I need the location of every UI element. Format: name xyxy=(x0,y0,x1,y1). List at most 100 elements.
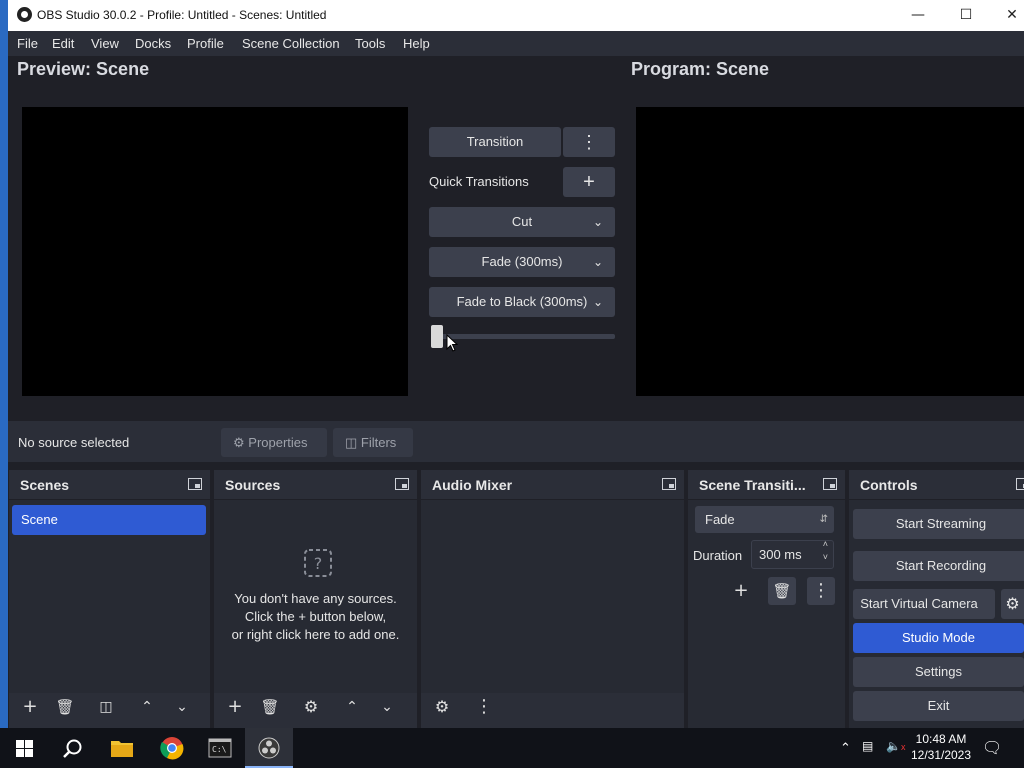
volume-muted-icon[interactable]: 🔈x xyxy=(886,739,905,753)
filters-button[interactable]: ◫ Filters xyxy=(333,428,413,457)
menu-file[interactable]: File xyxy=(17,36,38,51)
preview-canvas[interactable] xyxy=(22,107,408,396)
add-quick-transition-button[interactable]: + xyxy=(563,167,615,197)
duration-spinbox[interactable]: 300 ms ˄ ˅ xyxy=(751,538,834,569)
more-vertical-icon: ⋮ xyxy=(580,132,598,152)
menu-view[interactable]: View xyxy=(91,36,119,51)
updown-icon: ⇵ xyxy=(819,514,828,525)
start-streaming-button[interactable]: Start Streaming xyxy=(853,509,1024,539)
quick-transition-fade[interactable]: Fade (300ms) ⌄ xyxy=(429,247,615,277)
studio-mode-button[interactable]: Studio Mode xyxy=(853,623,1024,653)
filter-icon: ◫ xyxy=(99,699,113,715)
transition-properties-button[interactable]: ⋮ xyxy=(807,577,835,605)
menu-docks[interactable]: Docks xyxy=(135,36,171,51)
chevron-down-icon: ⌄ xyxy=(176,699,188,715)
add-source-button[interactable]: + xyxy=(221,693,249,721)
folder-icon xyxy=(111,741,133,757)
advanced-audio-button[interactable]: ⚙ xyxy=(428,693,456,721)
chevron-up-icon: ⌃ xyxy=(840,740,851,755)
close-button[interactable]: ✕ xyxy=(990,0,1024,31)
notifications-button[interactable]: 🗨 xyxy=(982,738,1002,758)
move-source-down-button[interactable]: ⌄ xyxy=(373,693,401,721)
more-vertical-icon: ⋮ xyxy=(475,696,493,717)
file-explorer-button[interactable] xyxy=(98,728,146,768)
show-hidden-icons-button[interactable]: ⌃ xyxy=(840,740,851,756)
chevron-down-icon: ⌄ xyxy=(381,699,393,715)
dock-title-label: Controls xyxy=(860,477,918,493)
exit-button[interactable]: Exit xyxy=(853,691,1024,721)
chevron-up-icon: ⌃ xyxy=(141,699,153,715)
menu-tools[interactable]: Tools xyxy=(355,36,385,51)
undock-icon[interactable] xyxy=(662,478,676,490)
start-button[interactable] xyxy=(0,728,48,768)
move-source-up-button[interactable]: ⌃ xyxy=(338,693,366,721)
remove-scene-button[interactable]: 🗑 xyxy=(51,693,79,721)
sources-dock-title: Sources xyxy=(214,470,417,500)
chrome-button[interactable] xyxy=(148,728,196,768)
transition-button[interactable]: Transition xyxy=(429,127,561,157)
settings-button[interactable]: Settings xyxy=(853,657,1024,687)
minimize-button[interactable]: — xyxy=(896,0,940,31)
quick-transition-cut[interactable]: Cut ⌄ xyxy=(429,207,615,237)
network-icon[interactable]: ▤ xyxy=(862,739,873,753)
gear-icon: ⚙ xyxy=(303,697,319,716)
menu-edit[interactable]: Edit xyxy=(52,36,74,51)
remove-transition-button[interactable]: 🗑 xyxy=(768,577,796,605)
spin-arrows-icon[interactable]: ˄ ˅ xyxy=(823,538,828,564)
transition-select[interactable]: Fade ⇵ xyxy=(695,506,834,533)
menu-scene-collection[interactable]: Scene Collection xyxy=(242,36,340,51)
undock-icon[interactable] xyxy=(188,478,202,490)
start-virtual-camera-button[interactable]: Start Virtual Camera xyxy=(853,589,995,619)
dropdown-label: Cut xyxy=(511,214,533,229)
menu-help[interactable]: Help xyxy=(403,36,430,51)
program-canvas[interactable] xyxy=(636,107,1024,396)
dropdown-label: Fade (300ms) xyxy=(481,254,563,269)
transition-menu-button[interactable]: ⋮ xyxy=(563,127,615,157)
start-recording-button[interactable]: Start Recording xyxy=(853,551,1024,581)
add-scene-button[interactable]: + xyxy=(16,693,44,721)
maximize-button[interactable]: ☐ xyxy=(944,0,988,31)
terminal-icon: C:\ xyxy=(208,738,232,758)
source-toolbar xyxy=(8,421,1024,462)
clock-date: 12/31/2023 xyxy=(910,748,972,762)
properties-label: Properties xyxy=(248,435,308,450)
dropdown-label: Fade to Black (300ms) xyxy=(456,294,588,309)
transition-slider-handle[interactable] xyxy=(431,325,443,348)
undock-icon[interactable] xyxy=(823,478,837,490)
undock-icon[interactable] xyxy=(395,478,409,490)
question-icon: ? xyxy=(304,549,332,577)
audio-mixer-menu-button[interactable]: ⋮ xyxy=(470,693,498,721)
transition-slider-track[interactable] xyxy=(431,334,615,339)
scene-filters-button[interactable]: ◫ xyxy=(92,693,120,721)
clock[interactable]: 10:48 AM 12/31/2023 xyxy=(910,731,972,763)
plus-icon: + xyxy=(583,171,595,193)
search-button[interactable] xyxy=(48,728,96,768)
scenes-dock: Scenes Scene + 🗑 ◫ ⌃ ⌄ xyxy=(9,470,210,728)
empty-line: Click the + button below, xyxy=(244,609,387,624)
duration-label: Duration xyxy=(693,548,743,563)
svg-text:?: ? xyxy=(314,554,323,573)
menu-profile[interactable]: Profile xyxy=(187,36,224,51)
move-scene-up-button[interactable]: ⌃ xyxy=(133,693,161,721)
source-properties-button[interactable]: ⚙ xyxy=(297,693,325,721)
virtual-camera-settings-button[interactable]: ⚙ xyxy=(1001,589,1024,619)
trash-icon: 🗑 xyxy=(260,698,280,716)
gear-icon: ⚙ xyxy=(233,435,245,450)
add-transition-button[interactable]: + xyxy=(727,577,755,605)
program-label: Program: Scene xyxy=(631,59,770,79)
audio-mixer-dock-title: Audio Mixer xyxy=(421,470,684,500)
scene-item[interactable]: Scene xyxy=(12,505,206,535)
obs-taskbar-button[interactable] xyxy=(245,728,293,768)
filter-icon: ◫ xyxy=(345,435,358,450)
undock-icon[interactable] xyxy=(1016,478,1024,490)
search-icon xyxy=(63,739,82,758)
plus-icon: + xyxy=(227,696,243,717)
audio-mixer-area[interactable] xyxy=(421,500,684,693)
trash-icon: 🗑 xyxy=(55,698,75,716)
properties-button[interactable]: ⚙ Properties xyxy=(221,428,327,457)
move-scene-down-button[interactable]: ⌄ xyxy=(168,693,196,721)
clock-time: 10:48 AM xyxy=(915,732,967,746)
remove-source-button[interactable]: 🗑 xyxy=(256,693,284,721)
terminal-button[interactable]: C:\ xyxy=(196,728,244,768)
quick-transition-fade-to-black[interactable]: Fade to Black (300ms) ⌄ xyxy=(429,287,615,317)
